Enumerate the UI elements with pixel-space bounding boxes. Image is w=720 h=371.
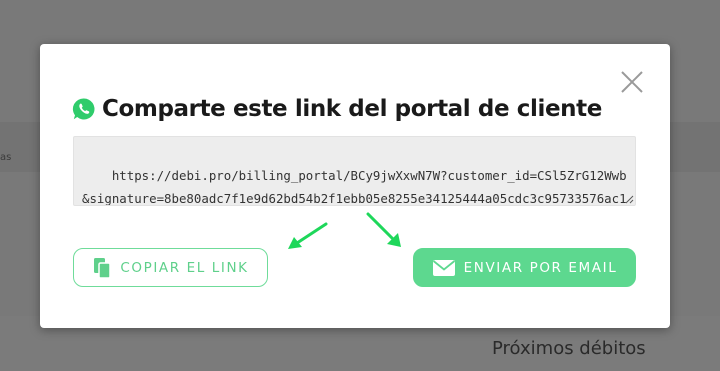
- portal-link-textarea[interactable]: https://debi.pro/billing_portal/BCy9jwXx…: [73, 136, 636, 206]
- copy-link-button[interactable]: COPIAR EL LINK: [73, 248, 268, 287]
- copy-link-label: COPIAR EL LINK: [120, 259, 249, 276]
- whatsapp-icon: [72, 98, 95, 120]
- modal-header: Comparte este link del portal de cliente: [72, 94, 602, 124]
- send-email-label: ENVIAR POR EMAIL: [463, 259, 618, 276]
- portal-link-text: https://debi.pro/billing_portal/BCy9jwXx…: [82, 167, 627, 206]
- resize-grip-icon[interactable]: [624, 194, 634, 204]
- arrow-to-email-icon: [366, 212, 401, 247]
- modal-title: Comparte este link del portal de cliente: [102, 96, 602, 122]
- envelope-icon: [432, 259, 455, 276]
- clipboard-icon: [94, 257, 112, 279]
- close-button[interactable]: [618, 68, 646, 96]
- arrow-to-copy-icon: [288, 222, 328, 249]
- share-link-modal: Comparte este link del portal de cliente…: [40, 44, 670, 328]
- close-icon: [621, 71, 643, 93]
- send-email-button[interactable]: ENVIAR POR EMAIL: [413, 248, 636, 287]
